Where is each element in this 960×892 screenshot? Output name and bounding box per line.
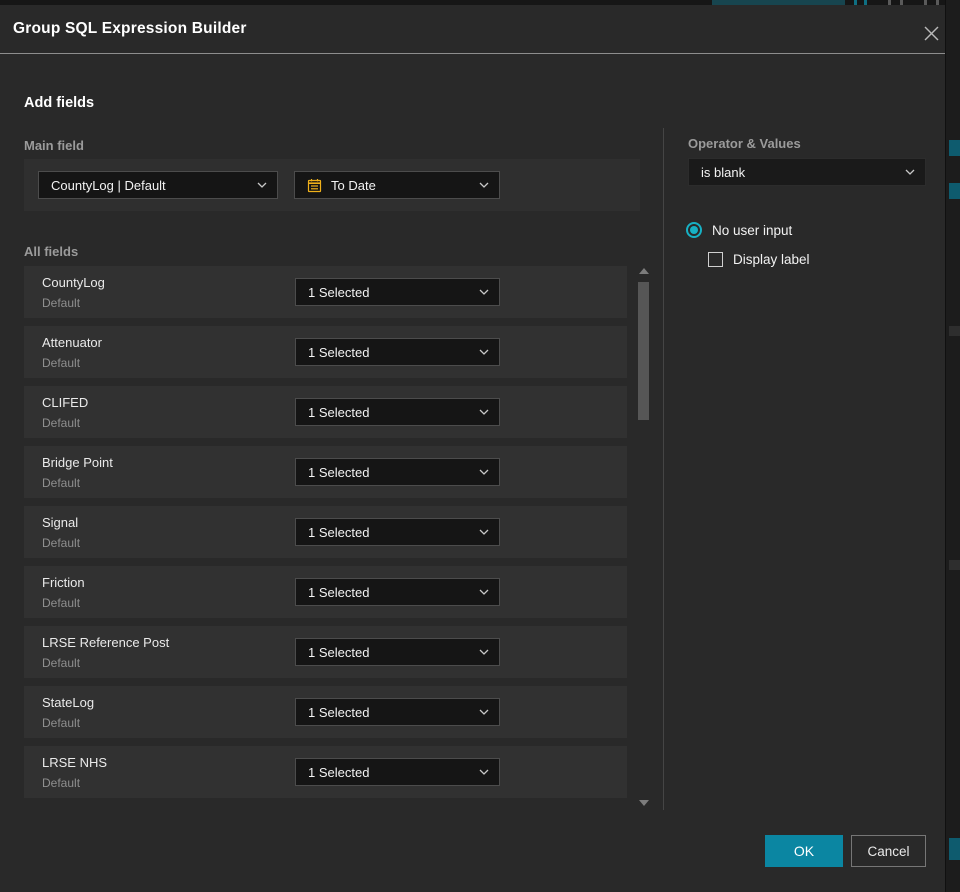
background-fragment	[949, 838, 960, 860]
field-selected-value: 1 Selected	[308, 764, 370, 780]
field-row: LRSE Reference Post Default 1 Selected	[24, 626, 627, 678]
cancel-button[interactable]: Cancel	[851, 835, 926, 867]
operator-select[interactable]: is blank	[688, 158, 926, 186]
field-subtitle: Default	[42, 716, 81, 730]
field-subtitle: Default	[42, 596, 81, 610]
chevron-down-icon	[479, 709, 489, 715]
field-name: LRSE Reference Post	[42, 635, 170, 650]
field-name: LRSE NHS	[42, 755, 108, 770]
field-selected-value: 1 Selected	[308, 644, 370, 660]
chevron-down-icon	[479, 349, 489, 355]
ok-button[interactable]: OK	[765, 835, 843, 867]
close-icon[interactable]	[918, 20, 944, 46]
operator-select-value: is blank	[701, 164, 746, 180]
header-divider	[0, 53, 945, 54]
scrollbar-thumb[interactable]	[638, 282, 649, 420]
main-field-select-value: CountyLog | Default	[51, 177, 166, 193]
chevron-down-icon	[479, 182, 489, 188]
chevron-down-icon	[905, 169, 915, 175]
group-sql-expression-builder-dialog: Group SQL Expression Builder Add fields …	[0, 5, 945, 892]
field-row: LRSE NHS Default 1 Selected	[24, 746, 627, 798]
dialog-header: Group SQL Expression Builder	[0, 5, 945, 53]
main-field-label: Main field	[24, 138, 84, 153]
field-selected-dropdown[interactable]: 1 Selected	[295, 398, 500, 426]
background-fragment	[949, 326, 960, 336]
field-subtitle: Default	[42, 356, 81, 370]
chevron-down-icon	[479, 289, 489, 295]
field-selected-value: 1 Selected	[308, 584, 370, 600]
field-subtitle: Default	[42, 416, 81, 430]
main-attribute-select-value: To Date	[331, 177, 376, 193]
field-subtitle: Default	[42, 536, 81, 550]
no-user-input-radio[interactable]: No user input	[686, 222, 792, 238]
field-selected-value: 1 Selected	[308, 404, 370, 420]
field-row: Signal Default 1 Selected	[24, 506, 627, 558]
calendar-icon	[307, 178, 322, 193]
chevron-down-icon	[479, 409, 489, 415]
dialog-title: Group SQL Expression Builder	[13, 20, 247, 37]
field-row: Bridge Point Default 1 Selected	[24, 446, 627, 498]
main-attribute-select[interactable]: To Date	[294, 171, 500, 199]
field-selected-dropdown[interactable]: 1 Selected	[295, 578, 500, 606]
display-label-label: Display label	[733, 252, 810, 267]
field-row: Attenuator Default 1 Selected	[24, 326, 627, 378]
operator-values-label: Operator & Values	[688, 136, 801, 151]
scrollbar-down-arrow-icon[interactable]	[639, 800, 649, 806]
chevron-down-icon	[479, 529, 489, 535]
background-fragment	[949, 140, 960, 156]
field-row: CountyLog Default 1 Selected	[24, 266, 627, 318]
field-subtitle: Default	[42, 656, 81, 670]
field-name: CountyLog	[42, 275, 105, 290]
field-selected-dropdown[interactable]: 1 Selected	[295, 758, 500, 786]
radio-icon	[686, 222, 702, 238]
field-selected-dropdown[interactable]: 1 Selected	[295, 698, 500, 726]
field-name: CLIFED	[42, 395, 89, 410]
field-selected-dropdown[interactable]: 1 Selected	[295, 638, 500, 666]
background-fragment	[949, 183, 960, 199]
field-selected-value: 1 Selected	[308, 284, 370, 300]
field-selected-dropdown[interactable]: 1 Selected	[295, 518, 500, 546]
main-field-row: CountyLog | Default To Date	[24, 159, 640, 211]
field-selected-dropdown[interactable]: 1 Selected	[295, 458, 500, 486]
field-name: Attenuator	[42, 335, 102, 350]
panel-divider	[663, 128, 664, 810]
field-subtitle: Default	[42, 476, 81, 490]
field-selected-dropdown[interactable]: 1 Selected	[295, 278, 500, 306]
no-user-input-label: No user input	[712, 222, 793, 238]
display-label-checkbox[interactable]: Display label	[708, 252, 810, 267]
field-selected-value: 1 Selected	[308, 344, 370, 360]
background-fragment	[949, 560, 960, 570]
main-field-select[interactable]: CountyLog | Default	[38, 171, 278, 199]
scrollbar-up-arrow-icon[interactable]	[639, 268, 649, 274]
field-name: Bridge Point	[42, 455, 113, 470]
field-row: Friction Default 1 Selected	[24, 566, 627, 618]
chevron-down-icon	[479, 649, 489, 655]
all-fields-list: CountyLog Default 1 Selected Attenuator …	[24, 266, 627, 806]
field-name: StateLog	[42, 695, 95, 710]
field-row: CLIFED Default 1 Selected	[24, 386, 627, 438]
field-row: StateLog Default 1 Selected	[24, 686, 627, 738]
field-name: Friction	[42, 575, 85, 590]
chevron-down-icon	[479, 469, 489, 475]
field-name: Signal	[42, 515, 79, 530]
chevron-down-icon	[257, 182, 267, 188]
field-subtitle: Default	[42, 296, 81, 310]
chevron-down-icon	[479, 769, 489, 775]
field-selected-value: 1 Selected	[308, 524, 370, 540]
add-fields-heading: Add fields	[24, 95, 95, 111]
field-selected-value: 1 Selected	[308, 704, 370, 720]
list-scrollbar[interactable]	[637, 262, 651, 810]
chevron-down-icon	[479, 589, 489, 595]
field-selected-value: 1 Selected	[308, 464, 370, 480]
field-subtitle: Default	[42, 776, 81, 790]
all-fields-label: All fields	[24, 244, 79, 259]
checkbox-icon	[708, 252, 723, 267]
background-app-right-strip	[945, 0, 960, 892]
field-selected-dropdown[interactable]: 1 Selected	[295, 338, 500, 366]
